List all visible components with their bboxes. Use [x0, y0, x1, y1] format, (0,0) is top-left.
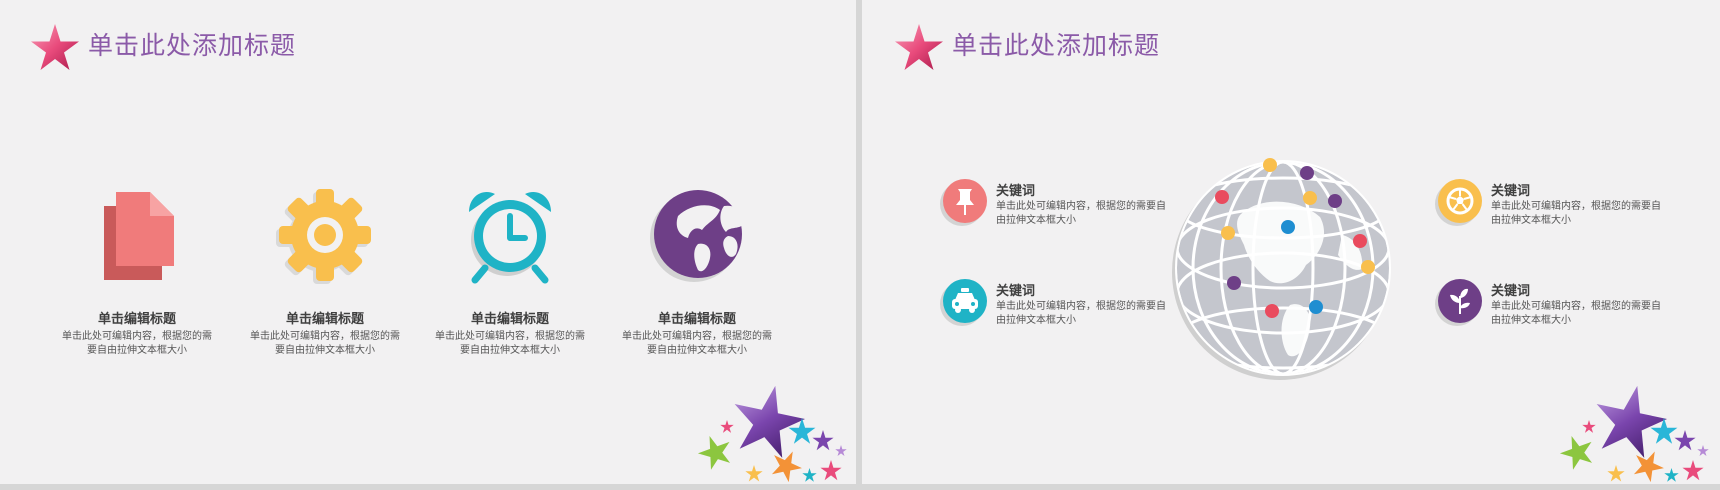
globe-icon	[650, 190, 745, 282]
keyword-plant: 关键词 单击此处可编辑内容，根据您的需要自由拉伸文本框大小	[1435, 278, 1665, 338]
feature-description[interactable]: 单击此处可编辑内容，根据您的需要自由拉伸文本框大小	[622, 330, 772, 358]
feature-description[interactable]: 单击此处可编辑内容，根据您的需要自由拉伸文本框大小	[250, 330, 400, 358]
keyword-title[interactable]: 关键词	[996, 180, 1035, 199]
feature-globe: 单击编辑标题 单击此处可编辑内容，根据您的需要自由拉伸文本框大小	[622, 180, 772, 358]
feature-gear: 单击编辑标题 单击此处可编辑内容，根据您的需要自由拉伸文本框大小	[250, 180, 400, 358]
gear-icon	[276, 189, 371, 284]
page-title[interactable]: 单击此处添加标题	[88, 26, 296, 62]
star-icon	[31, 24, 79, 70]
feature-description[interactable]: 单击此处可编辑内容，根据您的需要自由拉伸文本框大小	[435, 330, 585, 358]
slide-left: 单击此处添加标题 单击编辑标题 单击此处可编辑内容，根据您的需要自由拉伸文本框大…	[0, 0, 856, 484]
feature-title[interactable]: 单击编辑标题	[62, 308, 212, 327]
feature-title[interactable]: 单击编辑标题	[435, 308, 585, 327]
keyword-description[interactable]: 单击此处可编辑内容，根据您的需要自由拉伸文本框大小	[1491, 200, 1661, 228]
feature-title[interactable]: 单击编辑标题	[250, 308, 400, 327]
feature-title[interactable]: 单击编辑标题	[622, 308, 772, 327]
world-globe-icon	[1172, 158, 1391, 380]
plant-icon	[1435, 279, 1482, 326]
soccer-ball-icon	[1435, 179, 1482, 226]
pushpin-icon	[940, 179, 987, 226]
slide-right: 单击此处添加标题 关键词 单击此处可编辑内容，根据您的需要自由拉伸文本框大小 关…	[862, 0, 1720, 484]
decorative-stars-icon	[690, 380, 856, 484]
feature-document: 单击编辑标题 单击此处可编辑内容，根据您的需要自由拉伸文本框大小	[62, 180, 212, 358]
decorative-stars-icon	[1552, 380, 1720, 484]
document-icon	[104, 192, 174, 280]
feature-alarm-clock: 单击编辑标题 单击此处可编辑内容，根据您的需要自由拉伸文本框大小	[435, 180, 585, 358]
keyword-title[interactable]: 关键词	[996, 280, 1035, 299]
keyword-taxi: 关键词 单击此处可编辑内容，根据您的需要自由拉伸文本框大小	[940, 278, 1170, 338]
keyword-description[interactable]: 单击此处可编辑内容，根据您的需要自由拉伸文本框大小	[1491, 300, 1661, 328]
keyword-description[interactable]: 单击此处可编辑内容，根据您的需要自由拉伸文本框大小	[996, 300, 1166, 328]
page-title[interactable]: 单击此处添加标题	[952, 26, 1160, 62]
keyword-pushpin: 关键词 单击此处可编辑内容，根据您的需要自由拉伸文本框大小	[940, 178, 1170, 238]
keyword-description[interactable]: 单击此处可编辑内容，根据您的需要自由拉伸文本框大小	[996, 200, 1166, 228]
keyword-title[interactable]: 关键词	[1491, 180, 1530, 199]
keyword-soccer-ball: 关键词 单击此处可编辑内容，根据您的需要自由拉伸文本框大小	[1435, 178, 1665, 238]
star-icon	[895, 24, 943, 70]
taxi-icon	[940, 279, 987, 326]
alarm-clock-icon	[469, 192, 551, 284]
feature-description[interactable]: 单击此处可编辑内容，根据您的需要自由拉伸文本框大小	[62, 330, 212, 358]
keyword-title[interactable]: 关键词	[1491, 280, 1530, 299]
